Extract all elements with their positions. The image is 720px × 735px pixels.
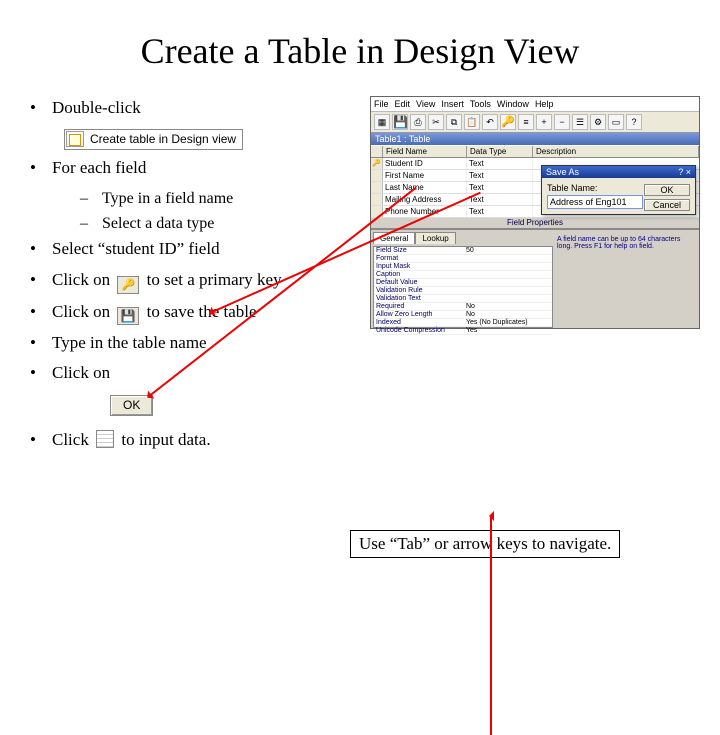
property-row[interactable]: Validation Rule — [374, 287, 552, 295]
property-row[interactable]: Caption — [374, 271, 552, 279]
toolbar-database-icon[interactable]: ▭ — [608, 114, 624, 130]
primary-key-icon[interactable] — [117, 276, 139, 294]
save-icon[interactable] — [117, 307, 139, 325]
dialog-close-icon[interactable]: × — [686, 167, 691, 177]
property-row[interactable]: Field Size50 — [374, 247, 552, 255]
shortcut-label: Create table in Design view — [90, 131, 236, 148]
property-row[interactable]: Unicode CompressionYes — [374, 327, 552, 335]
list-item: • Click on to save the table — [30, 300, 370, 325]
list-sub-item: –Select a data type — [80, 212, 370, 235]
property-row[interactable]: Default Value — [374, 279, 552, 287]
footer-caption: Use “Tab” or arrow keys to navigate. — [350, 530, 620, 558]
col-data-type: Data Type — [467, 146, 533, 157]
menu-edit[interactable]: Edit — [395, 99, 411, 109]
slide-title: Create a Table in Design View — [0, 30, 720, 72]
property-row[interactable]: RequiredNo — [374, 303, 552, 311]
menu-file[interactable]: File — [374, 99, 389, 109]
list-item: •Double-click — [30, 96, 370, 121]
list-item: •Click on — [30, 361, 370, 386]
create-table-shortcut[interactable]: Create table in Design view — [64, 129, 243, 150]
list-sub-item: –Type in a field name — [80, 187, 370, 210]
toolbar-undo-icon[interactable]: ↶ — [482, 114, 498, 130]
toolbar-primarykey-icon[interactable] — [500, 114, 516, 130]
menu-window[interactable]: Window — [497, 99, 529, 109]
menu-view[interactable]: View — [416, 99, 435, 109]
toolbar-save-icon[interactable] — [392, 114, 408, 130]
toolbar-cut-icon[interactable]: ✂ — [428, 114, 444, 130]
save-as-dialog: Save As ? × Table Name: OK Cancel — [541, 165, 696, 215]
property-row[interactable]: Allow Zero LengthNo — [374, 311, 552, 319]
list-item: • Click to input data. — [30, 428, 370, 453]
toolbar-properties-icon[interactable]: ☰ — [572, 114, 588, 130]
dialog-title: Save As — [546, 167, 579, 177]
property-row[interactable]: IndexedYes (No Duplicates) — [374, 319, 552, 327]
toolbar-paste-icon[interactable]: 📋 — [464, 114, 480, 130]
toolbar-indexes-icon[interactable]: ≡ — [518, 114, 534, 130]
datasheet-view-icon[interactable] — [96, 430, 114, 448]
tab-lookup[interactable]: Lookup — [415, 232, 455, 244]
toolbar-copy-icon[interactable]: ⧉ — [446, 114, 462, 130]
toolbar-view-icon[interactable]: ▦ — [374, 114, 390, 130]
property-row[interactable]: Validation Text — [374, 295, 552, 303]
table-name-input[interactable] — [547, 195, 643, 209]
toolbar: ▦ ⎙ ✂ ⧉ 📋 ↶ ≡ + − ☰ ⚙ ▭ ? — [371, 112, 699, 133]
toolbar-deleterow-icon[interactable]: − — [554, 114, 570, 130]
property-row[interactable]: Format — [374, 255, 552, 263]
dialog-help-icon[interactable]: ? — [678, 167, 683, 177]
toolbar-insertrow-icon[interactable]: + — [536, 114, 552, 130]
list-item: • Click on to set a primary key — [30, 268, 370, 294]
list-item: •Type in the table name — [30, 331, 370, 356]
menu-help[interactable]: Help — [535, 99, 554, 109]
design-view-icon — [66, 131, 84, 147]
saveas-ok-button[interactable]: OK — [644, 184, 690, 196]
field-hint-text: A field name can be up to 64 characters … — [553, 232, 697, 326]
table-window-title: Table1 : Table — [371, 133, 699, 145]
property-row[interactable]: Input Mask — [374, 263, 552, 271]
col-field-name: Field Name — [383, 146, 467, 157]
saveas-cancel-button[interactable]: Cancel — [644, 199, 690, 211]
design-grid-header: Field Name Data Type Description — [371, 145, 699, 158]
menu-bar[interactable]: File Edit View Insert Tools Window Help — [371, 97, 699, 112]
toolbar-build-icon[interactable]: ⚙ — [590, 114, 606, 130]
toolbar-print-icon[interactable]: ⎙ — [410, 114, 426, 130]
list-item: •Select “student ID” field — [30, 237, 370, 262]
field-properties-list[interactable]: Field Size50FormatInput MaskCaptionDefau… — [373, 246, 553, 328]
menu-tools[interactable]: Tools — [470, 99, 491, 109]
field-properties-pane: General Lookup Field Size50FormatInput M… — [371, 228, 699, 328]
list-item: •For each field — [30, 156, 370, 181]
col-description: Description — [533, 146, 699, 157]
bullet-list: •Double-click Create table in Design vie… — [30, 96, 370, 459]
menu-insert[interactable]: Insert — [441, 99, 464, 109]
toolbar-help-icon[interactable]: ? — [626, 114, 642, 130]
